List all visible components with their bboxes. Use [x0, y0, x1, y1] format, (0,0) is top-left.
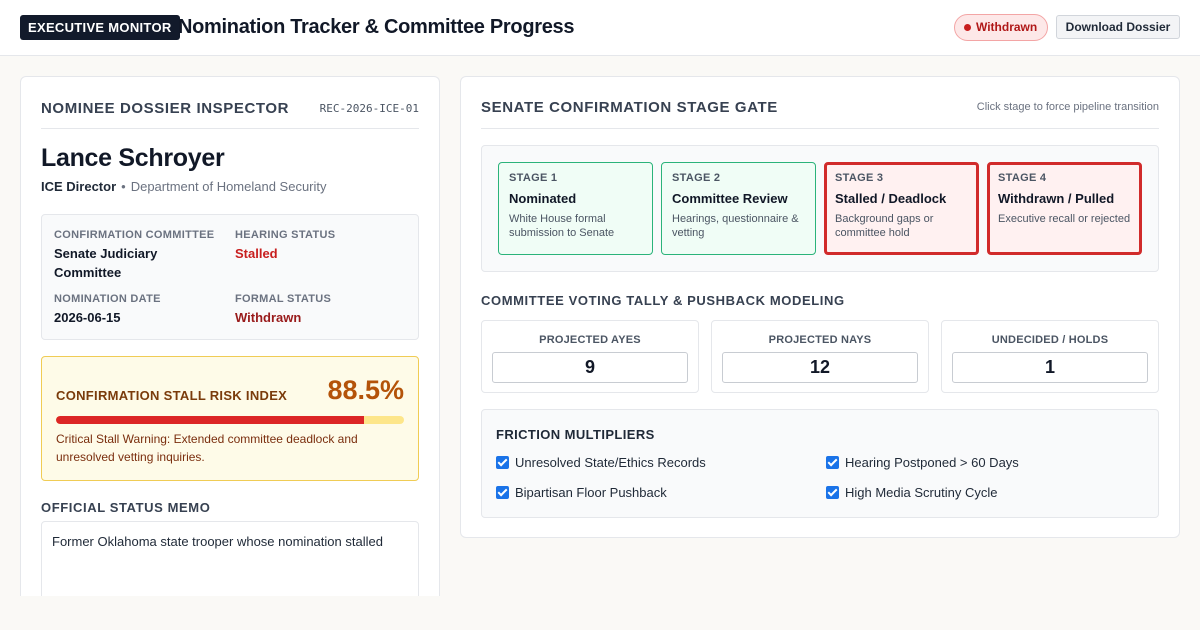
status-badge-label: Withdrawn — [976, 20, 1038, 34]
checkbox-checked-icon[interactable] — [496, 486, 509, 499]
friction-title: FRICTION MULTIPLIERS — [496, 427, 655, 442]
checkbox-label: Unresolved State/Ethics Records — [515, 455, 706, 470]
nominee-info-grid: CONFIRMATION COMMITTEE Senate Judiciary … — [41, 214, 419, 340]
projected-ayes-input[interactable] — [492, 352, 688, 383]
stage-number: STAGE 4 — [998, 172, 1047, 184]
risk-warning-text: Critical Stall Warning: Extended committ… — [56, 432, 358, 464]
undecided-holds-label: UNDECIDED / HOLDS — [991, 334, 1109, 346]
stage-name: Withdrawn / Pulled — [998, 191, 1115, 206]
stage-description: Background gaps or committee hold — [835, 213, 934, 239]
stage-description: White House formal submission to Senate — [509, 213, 615, 239]
risk-progress-fill — [56, 416, 364, 424]
projected-nays-label: PROJECTED NAYS — [768, 334, 872, 346]
friction-multipliers-box: FRICTION MULTIPLIERS Unresolved State/Et… — [481, 409, 1159, 518]
risk-progress-bar — [56, 416, 404, 424]
stage-number: STAGE 3 — [835, 172, 884, 184]
download-dossier-button[interactable]: Download Dossier — [1056, 15, 1180, 39]
undecided-holds-input[interactable] — [952, 352, 1148, 383]
separator: • — [121, 179, 126, 194]
stage-name: Stalled / Deadlock — [835, 191, 947, 206]
stage-gate-title: SENATE CONFIRMATION STAGE GATE — [481, 99, 778, 116]
projected-ayes-label: PROJECTED AYES — [539, 334, 641, 346]
checkbox-checked-icon[interactable] — [826, 456, 839, 469]
friction-checkbox-media-scrutiny[interactable]: High Media Scrutiny Cycle — [826, 485, 997, 500]
stage-number: STAGE 2 — [672, 172, 721, 184]
status-memo-text[interactable]: Former Oklahoma state trooper whose nomi… — [41, 521, 419, 596]
stage-card-1[interactable]: STAGE 1 Nominated White House formal sub… — [498, 162, 653, 255]
friction-checkbox-ethics-records[interactable]: Unresolved State/Ethics Records — [496, 455, 706, 470]
committee-value: Senate Judiciary Committee — [54, 246, 158, 280]
stage-number: STAGE 1 — [509, 172, 558, 184]
stage-card-3[interactable]: STAGE 3 Stalled / Deadlock Background ga… — [824, 162, 979, 255]
voting-tally-title: COMMITTEE VOTING TALLY & PUSHBACK MODELI… — [481, 293, 845, 308]
checkbox-label: Bipartisan Floor Pushback — [515, 485, 667, 500]
nominee-role: ICE Director — [41, 179, 117, 194]
checkbox-label: High Media Scrutiny Cycle — [845, 485, 998, 500]
stall-risk-card: CONFIRMATION STALL RISK INDEX 88.5% Crit… — [41, 356, 419, 481]
divider — [481, 128, 1159, 129]
projected-nays-card: PROJECTED NAYS — [711, 320, 929, 393]
friction-checkbox-floor-pushback[interactable]: Bipartisan Floor Pushback — [496, 485, 667, 500]
nominee-name: Lance Schroyer — [41, 144, 225, 172]
undecided-holds-card: UNDECIDED / HOLDS — [941, 320, 1159, 393]
nominee-dossier-panel: NOMINEE DOSSIER INSPECTOR REC-2026-ICE-0… — [20, 76, 440, 596]
risk-index-title: CONFIRMATION STALL RISK INDEX — [56, 388, 288, 403]
memo-title: OFFICIAL STATUS MEMO — [41, 500, 211, 515]
checkbox-label: Hearing Postponed > 60 Days — [845, 455, 1019, 470]
stage-pipeline: STAGE 1 Nominated White House formal sub… — [481, 145, 1159, 272]
nominee-department: Department of Homeland Security — [130, 179, 327, 194]
divider — [41, 128, 419, 129]
nomination-date-value: 2026-06-15 — [54, 310, 121, 325]
committee-label: CONFIRMATION COMMITTEE — [54, 229, 215, 241]
brand-badge: EXECUTIVE MONITOR — [20, 15, 180, 40]
stage-description: Executive recall or rejected — [998, 213, 1131, 225]
checkbox-checked-icon[interactable] — [826, 486, 839, 499]
stage-card-4[interactable]: STAGE 4 Withdrawn / Pulled Executive rec… — [987, 162, 1142, 255]
formal-status-value: Withdrawn — [235, 310, 302, 325]
status-dot-icon — [964, 24, 971, 31]
dossier-panel-title: NOMINEE DOSSIER INSPECTOR — [41, 100, 290, 117]
status-badge[interactable]: Withdrawn — [954, 14, 1048, 41]
projected-nays-input[interactable] — [722, 352, 918, 383]
formal-status-label: FORMAL STATUS — [235, 293, 332, 305]
hearing-status-value: Stalled — [235, 246, 278, 261]
stage-gate-hint: Click stage to force pipeline transition — [976, 101, 1159, 113]
record-id: REC-2026-ICE-01 — [319, 102, 419, 115]
stage-description: Hearings, questionnaire & vetting — [672, 213, 799, 239]
stage-card-2[interactable]: STAGE 2 Committee Review Hearings, quest… — [661, 162, 816, 255]
page-title: Nomination Tracker & Committee Progress — [178, 16, 575, 38]
projected-ayes-card: PROJECTED AYES — [481, 320, 699, 393]
risk-index-value: 88.5% — [327, 375, 404, 405]
stage-name: Nominated — [509, 191, 577, 206]
stage-name: Committee Review — [672, 191, 788, 206]
checkbox-checked-icon[interactable] — [496, 456, 509, 469]
top-bar: EXECUTIVE MONITOR Nomination Tracker & C… — [0, 0, 1200, 56]
nominee-subtitle: ICE Director • Department of Homeland Secu… — [41, 179, 327, 194]
friction-checkbox-hearing-postponed[interactable]: Hearing Postponed > 60 Days — [826, 455, 1019, 470]
nomination-date-label: NOMINATION DATE — [54, 293, 161, 305]
hearing-status-label: HEARING STATUS — [235, 229, 336, 241]
confirmation-stage-panel: SENATE CONFIRMATION STAGE GATE Click sta… — [460, 76, 1180, 538]
